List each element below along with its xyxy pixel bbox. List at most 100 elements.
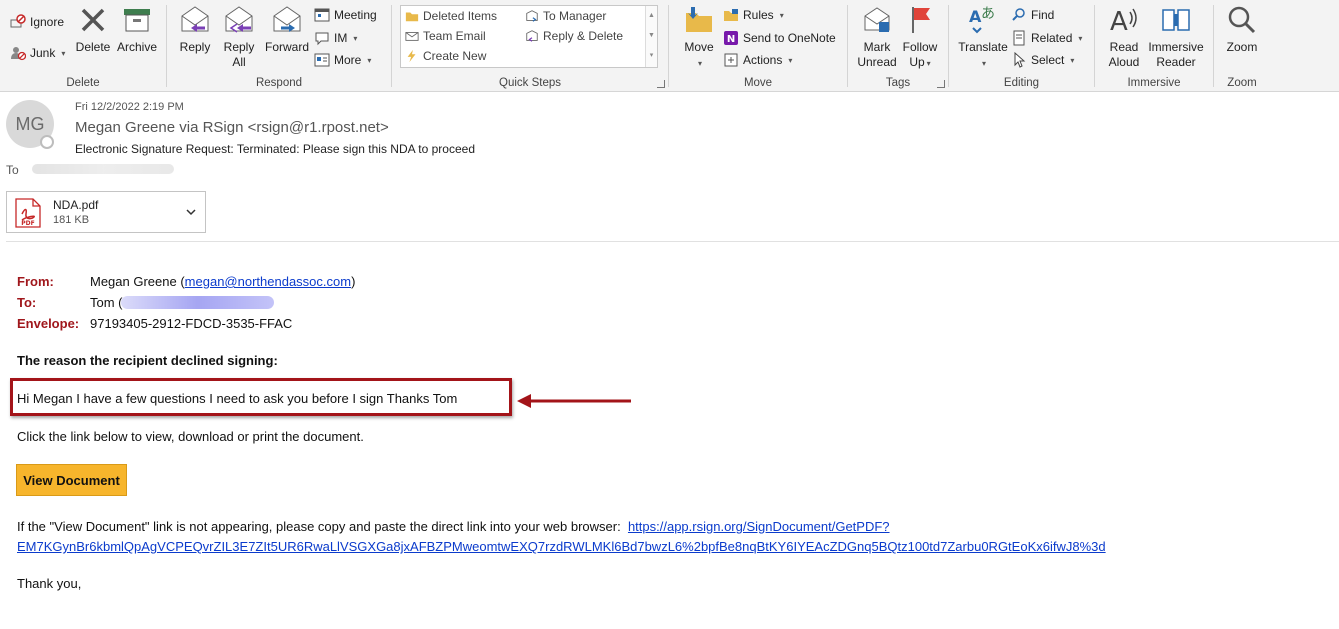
translate-icon: Aあ — [969, 6, 995, 34]
envelope-icon — [405, 32, 419, 41]
respond-group: Reply Reply All Forward Meeting IM ▾ More ▾… — [167, 0, 391, 92]
scroll-up-icon[interactable]: ▲ — [646, 6, 657, 26]
immersive-reader-button[interactable]: Immersive Reader — [1145, 4, 1207, 70]
sign-off: Thank you, — [17, 576, 82, 591]
qs-to-manager[interactable]: To Manager — [525, 9, 606, 23]
quick-steps-gallery: Deleted Items To Manager Team Email Repl… — [400, 5, 658, 68]
move-button[interactable]: Move ▾ — [677, 4, 721, 71]
envelope-label: Envelope: — [17, 316, 80, 331]
reason-text: Hi Megan I have a few questions I need t… — [17, 391, 458, 406]
move-group-label: Move — [743, 77, 773, 89]
pdf-icon: PDF — [15, 198, 41, 228]
immersive-group-label: Immersive — [1127, 77, 1181, 89]
chevron-down-icon: ▾ — [1070, 55, 1075, 65]
ribbon: Ignore Junk ▾ Delete Archive Delete Reply… — [0, 0, 1339, 92]
more-button[interactable]: More ▾ — [314, 50, 371, 70]
zoom-icon — [1228, 6, 1256, 34]
svg-text:A: A — [1110, 7, 1128, 36]
expand-gallery-icon[interactable]: ▾ — [646, 46, 657, 66]
delete-button[interactable]: Delete — [74, 4, 112, 55]
attachment-name: NDA.pdf — [53, 198, 99, 212]
ignore-icon — [10, 14, 26, 28]
immersive-group: A Read Aloud Immersive Reader Immersive — [1095, 0, 1213, 92]
read-aloud-icon: A — [1110, 7, 1137, 36]
archive-icon — [124, 9, 150, 32]
svg-text:あ: あ — [981, 6, 995, 22]
chevron-down-icon: ▾ — [926, 59, 931, 68]
header-divider — [6, 241, 1339, 242]
chevron-down-icon: ▾ — [788, 55, 793, 65]
scroll-down-icon[interactable]: ▼ — [646, 26, 657, 46]
zoom-group-label: Zoom — [1227, 77, 1257, 89]
chevron-down-icon: ▾ — [367, 55, 372, 65]
read-aloud-button[interactable]: A Read Aloud — [1103, 4, 1145, 70]
im-button[interactable]: IM ▾ — [314, 28, 357, 48]
chevron-down-icon[interactable] — [185, 206, 197, 218]
reply-all-icon — [225, 6, 253, 33]
message-subject: Electronic Signature Request: Terminated… — [75, 142, 475, 156]
translate-button[interactable]: Aあ Translate ▾ — [955, 4, 1011, 71]
chevron-down-icon: ▾ — [353, 33, 358, 43]
attachment-card[interactable]: PDF NDA.pdf 181 KB — [6, 191, 206, 233]
direct-link-part1[interactable]: https://app.rsign.org/SignDocument/GetPD… — [628, 519, 890, 534]
im-icon — [315, 32, 329, 46]
reply-icon — [526, 30, 538, 42]
qs-reply-delete[interactable]: Reply & Delete — [525, 29, 623, 43]
related-icon — [1013, 30, 1025, 46]
message-sender[interactable]: Megan Greene via RSign <rsign@r1.rpost.n… — [75, 119, 389, 136]
qs-create-new[interactable]: Create New — [405, 49, 486, 63]
from-email-link[interactable]: megan@northendassoc.com — [185, 274, 351, 289]
arrow-left-icon — [517, 394, 631, 408]
cursor-icon — [1014, 52, 1026, 68]
chevron-down-icon: ▾ — [697, 59, 702, 68]
view-document-button[interactable]: View Document — [16, 464, 127, 496]
archive-button[interactable]: Archive — [114, 4, 160, 55]
from-value: Megan Greene (megan@northendassoc.com) — [90, 274, 356, 289]
junk-button[interactable]: Junk ▾ — [10, 43, 65, 63]
dialog-launcher-icon[interactable] — [657, 80, 665, 88]
mark-unread-button[interactable]: Mark Unread — [856, 4, 898, 70]
from-label: From: — [17, 274, 54, 289]
folder-icon — [405, 12, 419, 22]
quick-steps-scrollbar[interactable]: ▲ ▼ ▾ — [645, 6, 657, 67]
qs-team-email[interactable]: Team Email — [405, 29, 486, 43]
actions-button[interactable]: Actions ▾ — [723, 50, 792, 70]
dialog-launcher-icon[interactable] — [937, 80, 945, 88]
immersive-reader-icon — [1162, 9, 1190, 31]
actions-icon — [724, 53, 738, 67]
envelope-id: 97193405-2912-FDCD-3535-FFAC — [90, 316, 293, 331]
flag-icon — [912, 7, 930, 33]
search-icon — [1012, 8, 1025, 21]
presence-indicator — [40, 135, 54, 149]
tags-group: Mark Unread Follow Up ▾ Tags — [848, 0, 948, 92]
meeting-button[interactable]: Meeting — [314, 5, 377, 25]
to-field-label: To: — [17, 295, 37, 310]
junk-icon — [11, 47, 26, 61]
move-folder-icon — [686, 7, 712, 32]
forward-mail-icon — [526, 10, 538, 22]
ignore-button[interactable]: Ignore — [10, 12, 64, 32]
reply-icon — [181, 6, 209, 32]
find-button[interactable]: Find — [1011, 5, 1054, 25]
chevron-down-icon: ▾ — [1078, 33, 1083, 43]
mark-unread-icon — [864, 7, 890, 32]
onenote-icon: N — [724, 31, 738, 45]
forward-button[interactable]: Forward — [263, 4, 311, 55]
svg-text:N: N — [727, 34, 735, 45]
zoom-group: Zoom Zoom — [1214, 0, 1270, 92]
select-button[interactable]: Select ▾ — [1011, 50, 1074, 70]
reply-all-button[interactable]: Reply All — [219, 4, 259, 70]
direct-link-part2[interactable]: EM7KGynBr6kbmlQpAgVCPEQvrZIL3E7ZIt5UR6Rw… — [17, 539, 1106, 554]
send-to-onenote-button[interactable]: N Send to OneNote — [723, 28, 836, 48]
reply-button[interactable]: Reply — [175, 4, 215, 55]
qs-deleted-items[interactable]: Deleted Items — [405, 9, 497, 23]
related-button[interactable]: Related ▾ — [1011, 28, 1082, 48]
more-icon — [314, 53, 330, 67]
chevron-down-icon: ▾ — [779, 10, 784, 20]
rules-button[interactable]: Rules ▾ — [723, 5, 784, 25]
editing-group-label: Editing — [1003, 77, 1040, 89]
zoom-button[interactable]: Zoom — [1220, 4, 1264, 55]
redacted-email — [121, 296, 274, 309]
follow-up-button[interactable]: Follow Up ▾ — [900, 4, 940, 71]
quick-steps-group-label: Quick Steps — [499, 77, 561, 89]
